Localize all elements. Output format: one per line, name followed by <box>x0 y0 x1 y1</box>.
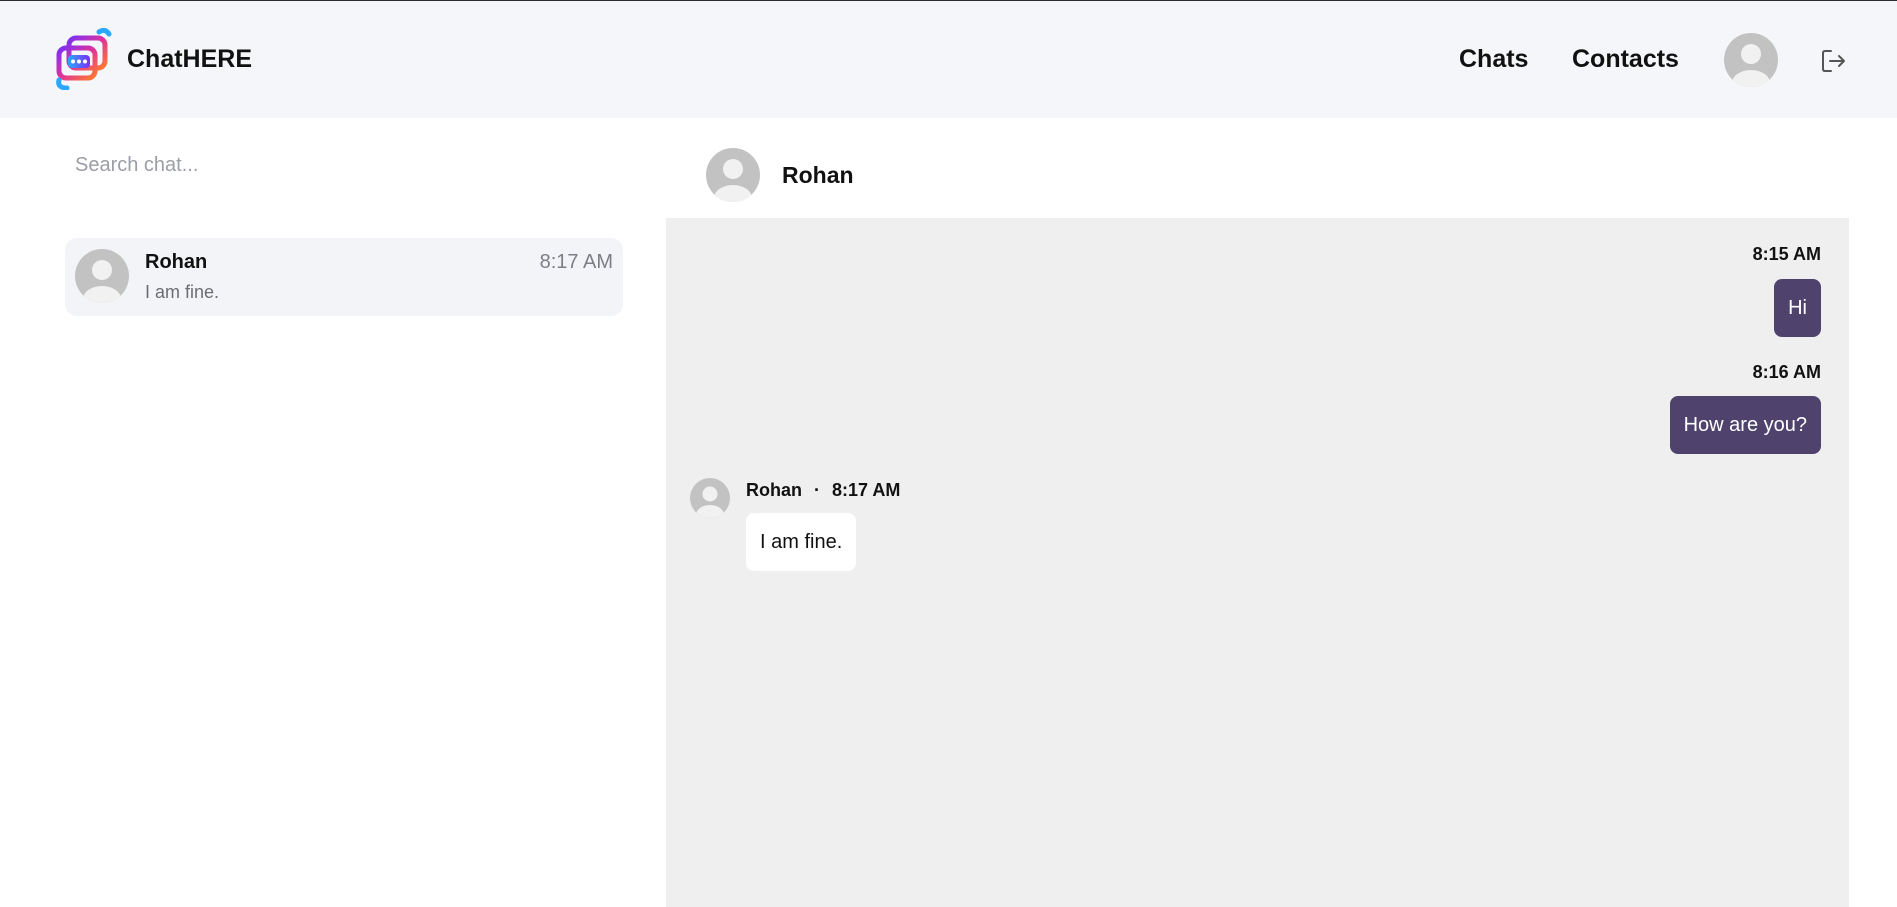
conversation-avatar-icon[interactable] <box>706 148 760 202</box>
incoming-message-bubble: I am fine. <box>746 513 857 571</box>
chat-item-time: 8:17 AM <box>539 251 613 273</box>
app-name: ChatHERE <box>127 44 253 73</box>
message-area[interactable]: 8:15 AM Hi 8:16 AM How are you? Rohan · 8:… <box>666 218 1849 907</box>
message-timestamp: 8:16 AM <box>1752 362 1821 382</box>
outgoing-message-bubble: Hi <box>1774 279 1821 337</box>
user-avatar-icon[interactable] <box>1724 33 1778 87</box>
chat-item-preview: I am fine. <box>145 282 220 302</box>
contact-avatar-icon <box>75 249 129 303</box>
nav-contacts-link[interactable]: Contacts <box>1572 45 1679 74</box>
nav-chats-link[interactable]: Chats <box>1459 45 1528 74</box>
outgoing-message-bubble: How are you? <box>1669 396 1821 454</box>
chat-list-item[interactable]: Rohan 8:17 AM I am fine. <box>65 238 623 316</box>
incoming-message-meta: Rohan · 8:17 AM <box>746 480 900 501</box>
sender-name: Rohan <box>746 480 802 500</box>
sender-avatar-icon <box>690 478 730 518</box>
chat-bubbles-logo-icon <box>56 28 112 90</box>
message-timestamp: 8:15 AM <box>1752 244 1821 264</box>
logout-icon[interactable] <box>1820 47 1848 75</box>
meta-separator: · <box>814 480 820 500</box>
conversation-contact-name[interactable]: Rohan <box>782 162 854 189</box>
search-chat-input[interactable] <box>75 150 595 180</box>
chat-item-name: Rohan <box>145 251 208 273</box>
message-timestamp: 8:17 AM <box>832 480 901 500</box>
top-navbar: ChatHERE Chats Contacts <box>0 1 1897 118</box>
brand[interactable]: ChatHERE <box>55 28 252 90</box>
